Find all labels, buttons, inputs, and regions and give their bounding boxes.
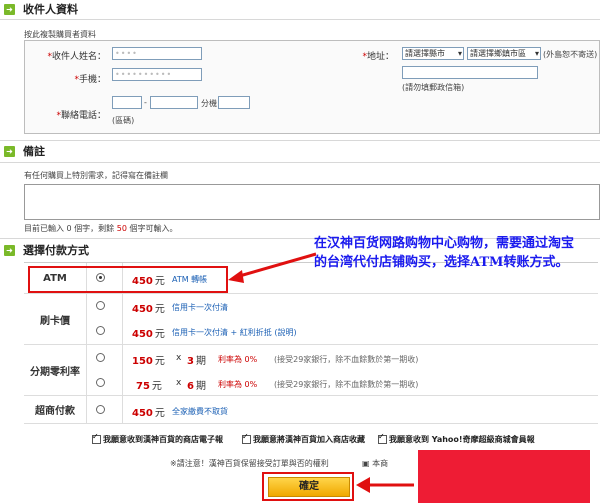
name-label: *收件人姓名： bbox=[47, 52, 106, 62]
agree-member-news[interactable]: 我願意收到 Yahoo!奇摩超級商城會員報 bbox=[378, 432, 535, 445]
payment-price: 150 元 bbox=[132, 356, 165, 367]
recipient-section-title: 收件人資料 bbox=[23, 3, 78, 16]
notice-link[interactable]: ▣ 本商 bbox=[362, 458, 388, 469]
checkbox-checked-icon[interactable] bbox=[92, 432, 101, 444]
doc-icon: ▣ bbox=[362, 459, 370, 468]
payment-method-name: 刷卡價 bbox=[24, 294, 87, 344]
remarks-textarea[interactable] bbox=[24, 184, 600, 220]
order-notice: ※請注意！漢神百貨保留接受訂單與否的權利 bbox=[170, 459, 329, 468]
installment-periods: 3期 bbox=[187, 356, 206, 367]
agree-newsletter[interactable]: 我願意收到漢神百貨的商店電子報 bbox=[92, 432, 223, 445]
address-label: *地址： bbox=[362, 52, 394, 62]
redacted-block bbox=[418, 450, 590, 503]
payment-price: 75 元 bbox=[136, 381, 162, 392]
area-code-hint: (區碼) bbox=[112, 116, 135, 125]
payment-section-header: ➜ 選擇付款方式 bbox=[4, 242, 89, 258]
radio-installment-6[interactable] bbox=[96, 378, 105, 387]
area-code-input[interactable] bbox=[112, 96, 142, 109]
atm-highlight-box bbox=[28, 266, 228, 293]
arrow-right-icon: ➜ bbox=[4, 244, 15, 256]
phone-label: *聯絡電話： bbox=[56, 111, 106, 121]
installment-note: (接受29家銀行，除不血餘數於第一期收) bbox=[274, 355, 419, 364]
installment-rate: 利率為 0% bbox=[218, 355, 258, 364]
payment-price: 450 元 bbox=[132, 329, 165, 340]
city-select[interactable]: 請選擇縣市 bbox=[402, 47, 464, 60]
phone-number-input[interactable] bbox=[150, 96, 198, 109]
payment-section-title: 選擇付款方式 bbox=[23, 244, 89, 257]
arrow-right-icon: ➜ bbox=[4, 145, 15, 157]
remarks-counter: 目前已輸入 0 個字，剩餘 50 個字可輸入。 bbox=[24, 224, 178, 233]
installment-rate: 利率為 0% bbox=[218, 380, 258, 389]
extension-input[interactable] bbox=[218, 96, 250, 109]
payment-method-name: 分期零利率 bbox=[24, 345, 87, 395]
address-note: (外島恕不寄送) bbox=[543, 50, 598, 59]
radio-installment-3[interactable] bbox=[96, 353, 105, 362]
payment-price: 450 元 bbox=[132, 408, 165, 419]
checkbox-checked-icon[interactable] bbox=[378, 432, 387, 444]
payment-desc: 信用卡一次付清 bbox=[172, 303, 228, 312]
payment-row-credit-card: 刷卡價 450 元 信用卡一次付清 450 元 信用卡一次付清 + 紅利折抵 (說明… bbox=[24, 294, 598, 345]
arrow-right-icon: ➜ bbox=[4, 3, 15, 15]
phone-separator: - bbox=[144, 98, 147, 107]
address-hint: (請勿填郵政信箱) bbox=[402, 83, 465, 92]
extension-label: 分機 bbox=[201, 99, 217, 108]
radio-credit-card[interactable] bbox=[96, 301, 105, 310]
checkbox-checked-icon[interactable] bbox=[242, 432, 251, 444]
annotation-callout: 在汉神百货网路购物中心购物，需要通过淘宝的台湾代付店铺购买，选择ATM转账方式。 bbox=[314, 236, 575, 270]
divider bbox=[0, 162, 600, 163]
payment-row-installments: 分期零利率 150 元 x 3期 利率為 0% (接受29家銀行，除不血餘數於第一… bbox=[24, 345, 598, 396]
installment-note: (接受29家銀行，除不血餘數於第一期收) bbox=[274, 380, 419, 389]
payment-desc[interactable]: 信用卡一次付清 + 紅利折抵 (說明) bbox=[172, 327, 297, 338]
remarks-section-header: ➜ 備註 bbox=[4, 143, 45, 159]
confirm-button[interactable]: 確定 bbox=[268, 477, 350, 497]
callout-arrow-icon bbox=[228, 252, 317, 283]
payment-method-name: 超商付款 bbox=[24, 396, 87, 423]
installment-periods: 6期 bbox=[187, 381, 206, 392]
remarks-section-title: 備註 bbox=[23, 145, 45, 158]
recipient-section-header: ➜ 收件人資料 bbox=[4, 1, 78, 17]
payment-desc: 全家繳費不取貨 bbox=[172, 407, 228, 416]
mobile-input[interactable]: •••••••••• bbox=[112, 68, 202, 81]
address-input[interactable] bbox=[402, 66, 538, 79]
payment-price: 450 元 bbox=[132, 304, 165, 315]
agree-favorite[interactable]: 我願意將漢神百貨加入商店收藏 bbox=[242, 432, 365, 445]
remarks-prompt: 有任何購買上特別需求，記得寫在備註欄 bbox=[24, 171, 168, 180]
confirm-arrow-icon bbox=[356, 477, 414, 493]
divider bbox=[0, 19, 600, 20]
installment-mult: x bbox=[176, 353, 182, 363]
mobile-label: *手機： bbox=[74, 75, 106, 85]
installment-mult: x bbox=[176, 378, 182, 388]
copy-buyer-link[interactable]: 按此複製購買者資料 bbox=[24, 29, 96, 40]
name-input[interactable]: •••• bbox=[112, 47, 202, 60]
divider bbox=[0, 140, 600, 141]
radio-convenience-store[interactable] bbox=[96, 405, 105, 414]
district-select[interactable]: 請選擇鄉鎮市區 bbox=[467, 47, 541, 60]
payment-row-convenience-store: 超商付款 450 元 全家繳費不取貨 bbox=[24, 396, 598, 424]
radio-credit-card-bonus[interactable] bbox=[96, 326, 105, 335]
